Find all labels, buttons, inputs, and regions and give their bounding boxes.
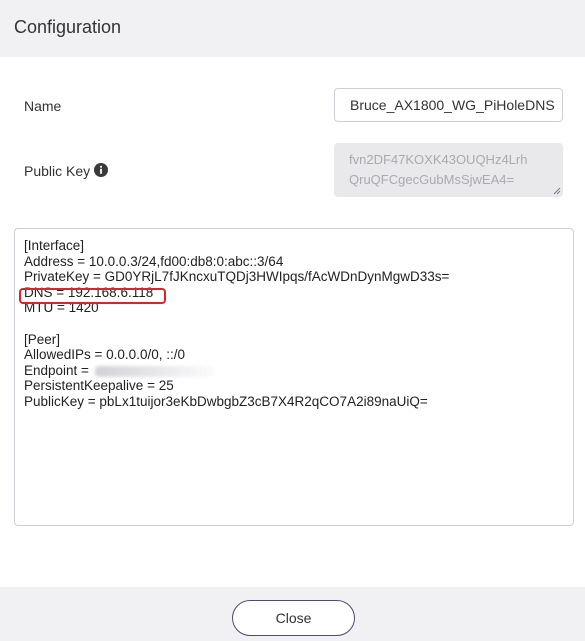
config-line-dns: DNS = 192.168.6.118	[24, 284, 154, 300]
public-key-field[interactable]: fvn2DF47KOXK43OUQHz4Lrh QruQFCgecGubMsSj…	[334, 143, 563, 197]
dialog-title: Configuration	[14, 17, 122, 37]
public-key-line-2: QruQFCgecGubMsSjwEA4=	[349, 172, 515, 187]
config-line: [Interface]	[24, 238, 85, 253]
config-line-blank	[24, 316, 573, 332]
name-input[interactable]	[334, 88, 563, 122]
redacted-endpoint	[94, 365, 215, 377]
config-line-endpoint: Endpoint =	[24, 363, 573, 379]
name-label: Name	[24, 98, 62, 114]
info-icon[interactable]	[94, 163, 108, 177]
config-line: Address = 10.0.0.3/24,fd00:db8:0:abc::3/…	[24, 253, 284, 269]
dialog-header: Configuration	[0, 0, 585, 57]
config-line: PersistentKeepalive = 25	[24, 378, 174, 394]
configuration-dialog: Configuration Name Public Key fvn2DF47KO…	[0, 0, 585, 641]
config-line: AllowedIPs = 0.0.0.0/0, ::/0	[24, 347, 185, 363]
endpoint-label: Endpoint =	[24, 362, 93, 378]
resize-grip-icon[interactable]	[553, 187, 561, 195]
config-line: PublicKey = pbLx1tuijor3eKbDwbgbZ3cB7X4R…	[24, 393, 428, 409]
config-line: PrivateKey = GD0YRjL7fJKncxuTQDj3HWIpqs/…	[24, 269, 450, 285]
public-key-label: Public Key	[24, 163, 91, 179]
close-button[interactable]: Close	[232, 600, 355, 636]
config-line: MTU = 1420	[24, 300, 99, 316]
public-key-line-1: fvn2DF47KOXK43OUQHz4Lrh	[349, 152, 528, 167]
config-line: [Peer]	[24, 331, 61, 347]
dialog-footer: Close	[0, 587, 585, 641]
config-textarea[interactable]: [Interface] Address = 10.0.0.3/24,fd00:d…	[14, 228, 574, 526]
